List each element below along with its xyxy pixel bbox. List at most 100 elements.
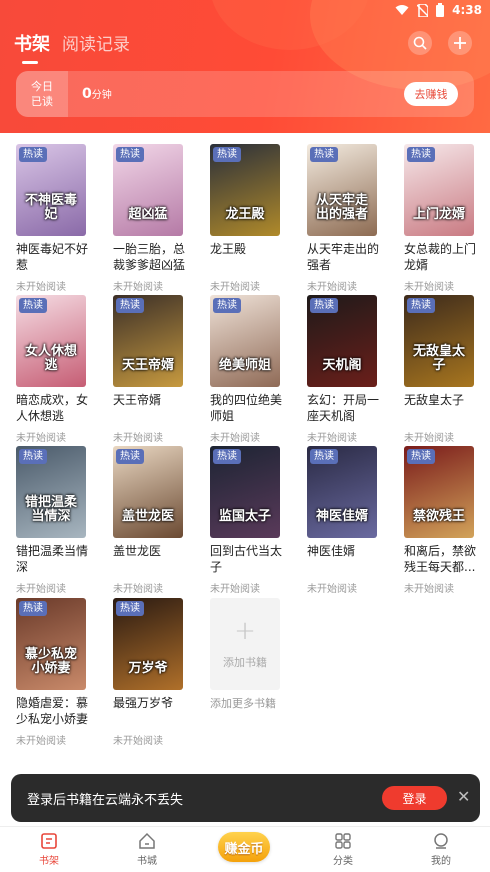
book-cover[interactable]: 热读 万岁爷 — [113, 598, 183, 690]
book-cover[interactable]: 热读 龙王殿 — [210, 144, 280, 236]
add-book-tile[interactable]: + 添加书籍 添加更多书籍 — [210, 598, 282, 714]
book-item[interactable]: 热读 慕少私宠小娇妻 隐婚虐爱：慕少私宠小娇妻 未开始阅读 — [16, 598, 88, 747]
book-item[interactable]: 热读 龙王殿 龙王殿 未开始阅读 — [210, 144, 282, 293]
book-title[interactable]: 女总裁的上门龙婿 — [404, 241, 476, 273]
book-cover[interactable]: 热读不神医毒妃 — [16, 144, 86, 236]
close-icon[interactable]: ✕ — [457, 789, 470, 805]
tab-reading-history[interactable]: 阅读记录 — [62, 30, 130, 55]
earn-coins-button[interactable]: 赚金币 — [218, 832, 270, 862]
wifi-icon — [395, 5, 409, 15]
book-item[interactable]: 热读 天王帝婿 天王帝婿 未开始阅读 — [113, 295, 185, 444]
book-item[interactable]: 热读 盖世龙医盖世龙医未开始阅读 — [113, 446, 185, 595]
book-item[interactable]: 热读 绝美师姐 我的四位绝美师姐 未开始阅读 — [210, 295, 282, 444]
tab-bookshelf[interactable]: 书架 — [14, 30, 50, 64]
book-title[interactable]: 我的四位绝美师姐 — [210, 392, 282, 424]
book-cover[interactable]: 热读 监国太子 — [210, 446, 280, 538]
book-title[interactable]: 天王帝婿 — [113, 392, 185, 424]
header: 4:38 书架 阅读记录 今日 已读 0分钟 去赚钱 — [0, 0, 490, 133]
cover-title: 上门龙婿 — [412, 207, 465, 222]
book-title[interactable]: 神医佳婿 — [307, 543, 379, 575]
cover-title: 超凶猛 — [128, 207, 168, 222]
earn-money-button[interactable]: 去赚钱 — [404, 82, 458, 106]
book-cover[interactable]: 热读 盖世龙医 — [113, 446, 183, 538]
book-title[interactable]: 和离后，禁欲残王每天都... — [404, 543, 476, 575]
nav-shelf[interactable]: 书架 — [19, 832, 79, 867]
book-title[interactable]: 一胎三胎，总裁爹爹超凶猛 — [113, 241, 185, 273]
book-item[interactable]: 热读 无敌皇太子无敌皇太子未开始阅读 — [404, 295, 476, 444]
book-cover[interactable]: 热读 超凶猛 — [113, 144, 183, 236]
today-label-line2: 已读 — [31, 95, 53, 108]
book-title[interactable]: 隐婚虐爱：慕少私宠小娇妻 — [16, 695, 88, 727]
book-title[interactable]: 暗恋成欢，女人休想逃 — [16, 392, 88, 424]
book-cover[interactable]: 热读 上门龙婿 — [404, 144, 474, 236]
cover-title: 从天牢走出的强者 — [315, 193, 368, 222]
book-title[interactable]: 盖世龙医 — [113, 543, 185, 575]
today-minutes-value: 0 — [82, 86, 92, 102]
login-button[interactable]: 登录 — [382, 786, 447, 810]
book-title[interactable]: 从天牢走出的强者 — [307, 241, 379, 273]
book-cover[interactable]: 热读 神医佳婿 — [307, 446, 377, 538]
book-item[interactable]: 热读 上门龙婿 女总裁的上门龙婿 未开始阅读 — [404, 144, 476, 293]
home-icon — [139, 832, 155, 849]
reading-status: 未开始阅读 — [404, 584, 454, 595]
hot-badge: 热读 — [407, 449, 435, 464]
book-cover[interactable]: 热读 绝美师姐 — [210, 295, 280, 387]
book-item[interactable]: 热读禁欲残王和离后，禁欲残王每天都... 未开始阅读 — [404, 446, 476, 595]
book-item[interactable]: 热读 神医佳婿 神医佳婿 未开始阅读 — [307, 446, 379, 595]
cover-title: 慕少私宠小娇妻 — [24, 647, 77, 676]
book-title[interactable]: 神医毒妃不好惹 — [16, 241, 88, 273]
add-more-books-caption: 添加更多书籍 — [210, 697, 276, 710]
book-cover[interactable]: 热读禁欲残王 — [404, 446, 474, 538]
cover-title: 神医佳婿 — [315, 509, 368, 524]
nav-store[interactable]: 书城 — [117, 832, 177, 867]
toast-message: 登录后书籍在云端永不丢失 — [27, 793, 184, 808]
book-cover[interactable]: 热读 无敌皇太子 — [404, 295, 474, 387]
book-item[interactable]: 热读 天机阁 玄幻：开局一座天机阁 未开始阅读 — [307, 295, 379, 444]
login-toast: 登录后书籍在云端永不丢失 登录 ✕ — [11, 774, 480, 822]
cover-title: 女人休想逃 — [24, 344, 77, 373]
book-title[interactable]: 玄幻：开局一座天机阁 — [307, 392, 379, 424]
book-item[interactable]: 热读 从天牢走出的强者 从天牢走出的强者 未开始阅读 — [307, 144, 379, 293]
hot-badge: 热读 — [19, 147, 47, 162]
book-item[interactable]: 热读不神医毒妃神医毒妃不好惹未开始阅读 — [16, 144, 88, 293]
book-title[interactable]: 无敌皇太子 — [404, 392, 476, 424]
book-item[interactable]: 热读 监国太子 回到古代当太子 未开始阅读 — [210, 446, 282, 595]
plus-icon: + — [234, 616, 256, 646]
today-label: 今日 已读 — [16, 71, 68, 117]
grid-icon — [335, 833, 351, 849]
search-button[interactable] — [408, 31, 432, 55]
book-item[interactable]: 热读 超凶猛一胎三胎，总裁爹爹超凶猛未开始阅读 — [113, 144, 185, 293]
add-button[interactable] — [448, 31, 472, 55]
book-title[interactable]: 最强万岁爷 — [113, 695, 185, 727]
reading-status: 未开始阅读 — [404, 433, 454, 444]
cover-title: 禁欲残王 — [412, 509, 465, 524]
book-cover[interactable]: 热读 天王帝婿 — [113, 295, 183, 387]
reading-status: 未开始阅读 — [113, 584, 163, 595]
book-title[interactable]: 错把温柔当情深 — [16, 543, 88, 575]
hot-badge: 热读 — [116, 449, 144, 464]
book-cover[interactable]: 热读 天机阁 — [307, 295, 377, 387]
add-book-box[interactable]: + 添加书籍 — [210, 598, 280, 690]
book-item[interactable]: 热读 万岁爷最强万岁爷未开始阅读 — [113, 598, 185, 747]
book-item[interactable]: 热读 错把温柔当情深错把温柔当情深未开始阅读 — [16, 446, 88, 595]
book-cover[interactable]: 热读 慕少私宠小娇妻 — [16, 598, 86, 690]
today-minutes: 0分钟 — [82, 86, 112, 102]
book-title[interactable]: 龙王殿 — [210, 241, 282, 273]
book-cover[interactable]: 热读 女人休想逃 — [16, 295, 86, 387]
book-item[interactable]: 热读 女人休想逃暗恋成欢，女人休想逃未开始阅读 — [16, 295, 88, 444]
nav-category[interactable]: 分类 — [313, 832, 373, 867]
cover-title: 不神医毒妃 — [24, 193, 77, 222]
book-title[interactable]: 回到古代当太子 — [210, 543, 282, 575]
book-cover[interactable]: 热读 错把温柔当情深 — [16, 446, 86, 538]
reading-status: 未开始阅读 — [113, 282, 163, 293]
reading-status: 未开始阅读 — [16, 433, 66, 444]
book-icon — [41, 833, 57, 849]
reading-status: 未开始阅读 — [16, 282, 66, 293]
book-cover[interactable]: 热读 从天牢走出的强者 — [307, 144, 377, 236]
reading-status: 未开始阅读 — [16, 584, 66, 595]
hot-badge: 热读 — [310, 298, 338, 313]
user-icon — [434, 833, 448, 849]
nav-mine[interactable]: 我的 — [411, 832, 471, 867]
reading-status: 未开始阅读 — [113, 736, 163, 747]
hot-badge: 热读 — [19, 449, 47, 464]
